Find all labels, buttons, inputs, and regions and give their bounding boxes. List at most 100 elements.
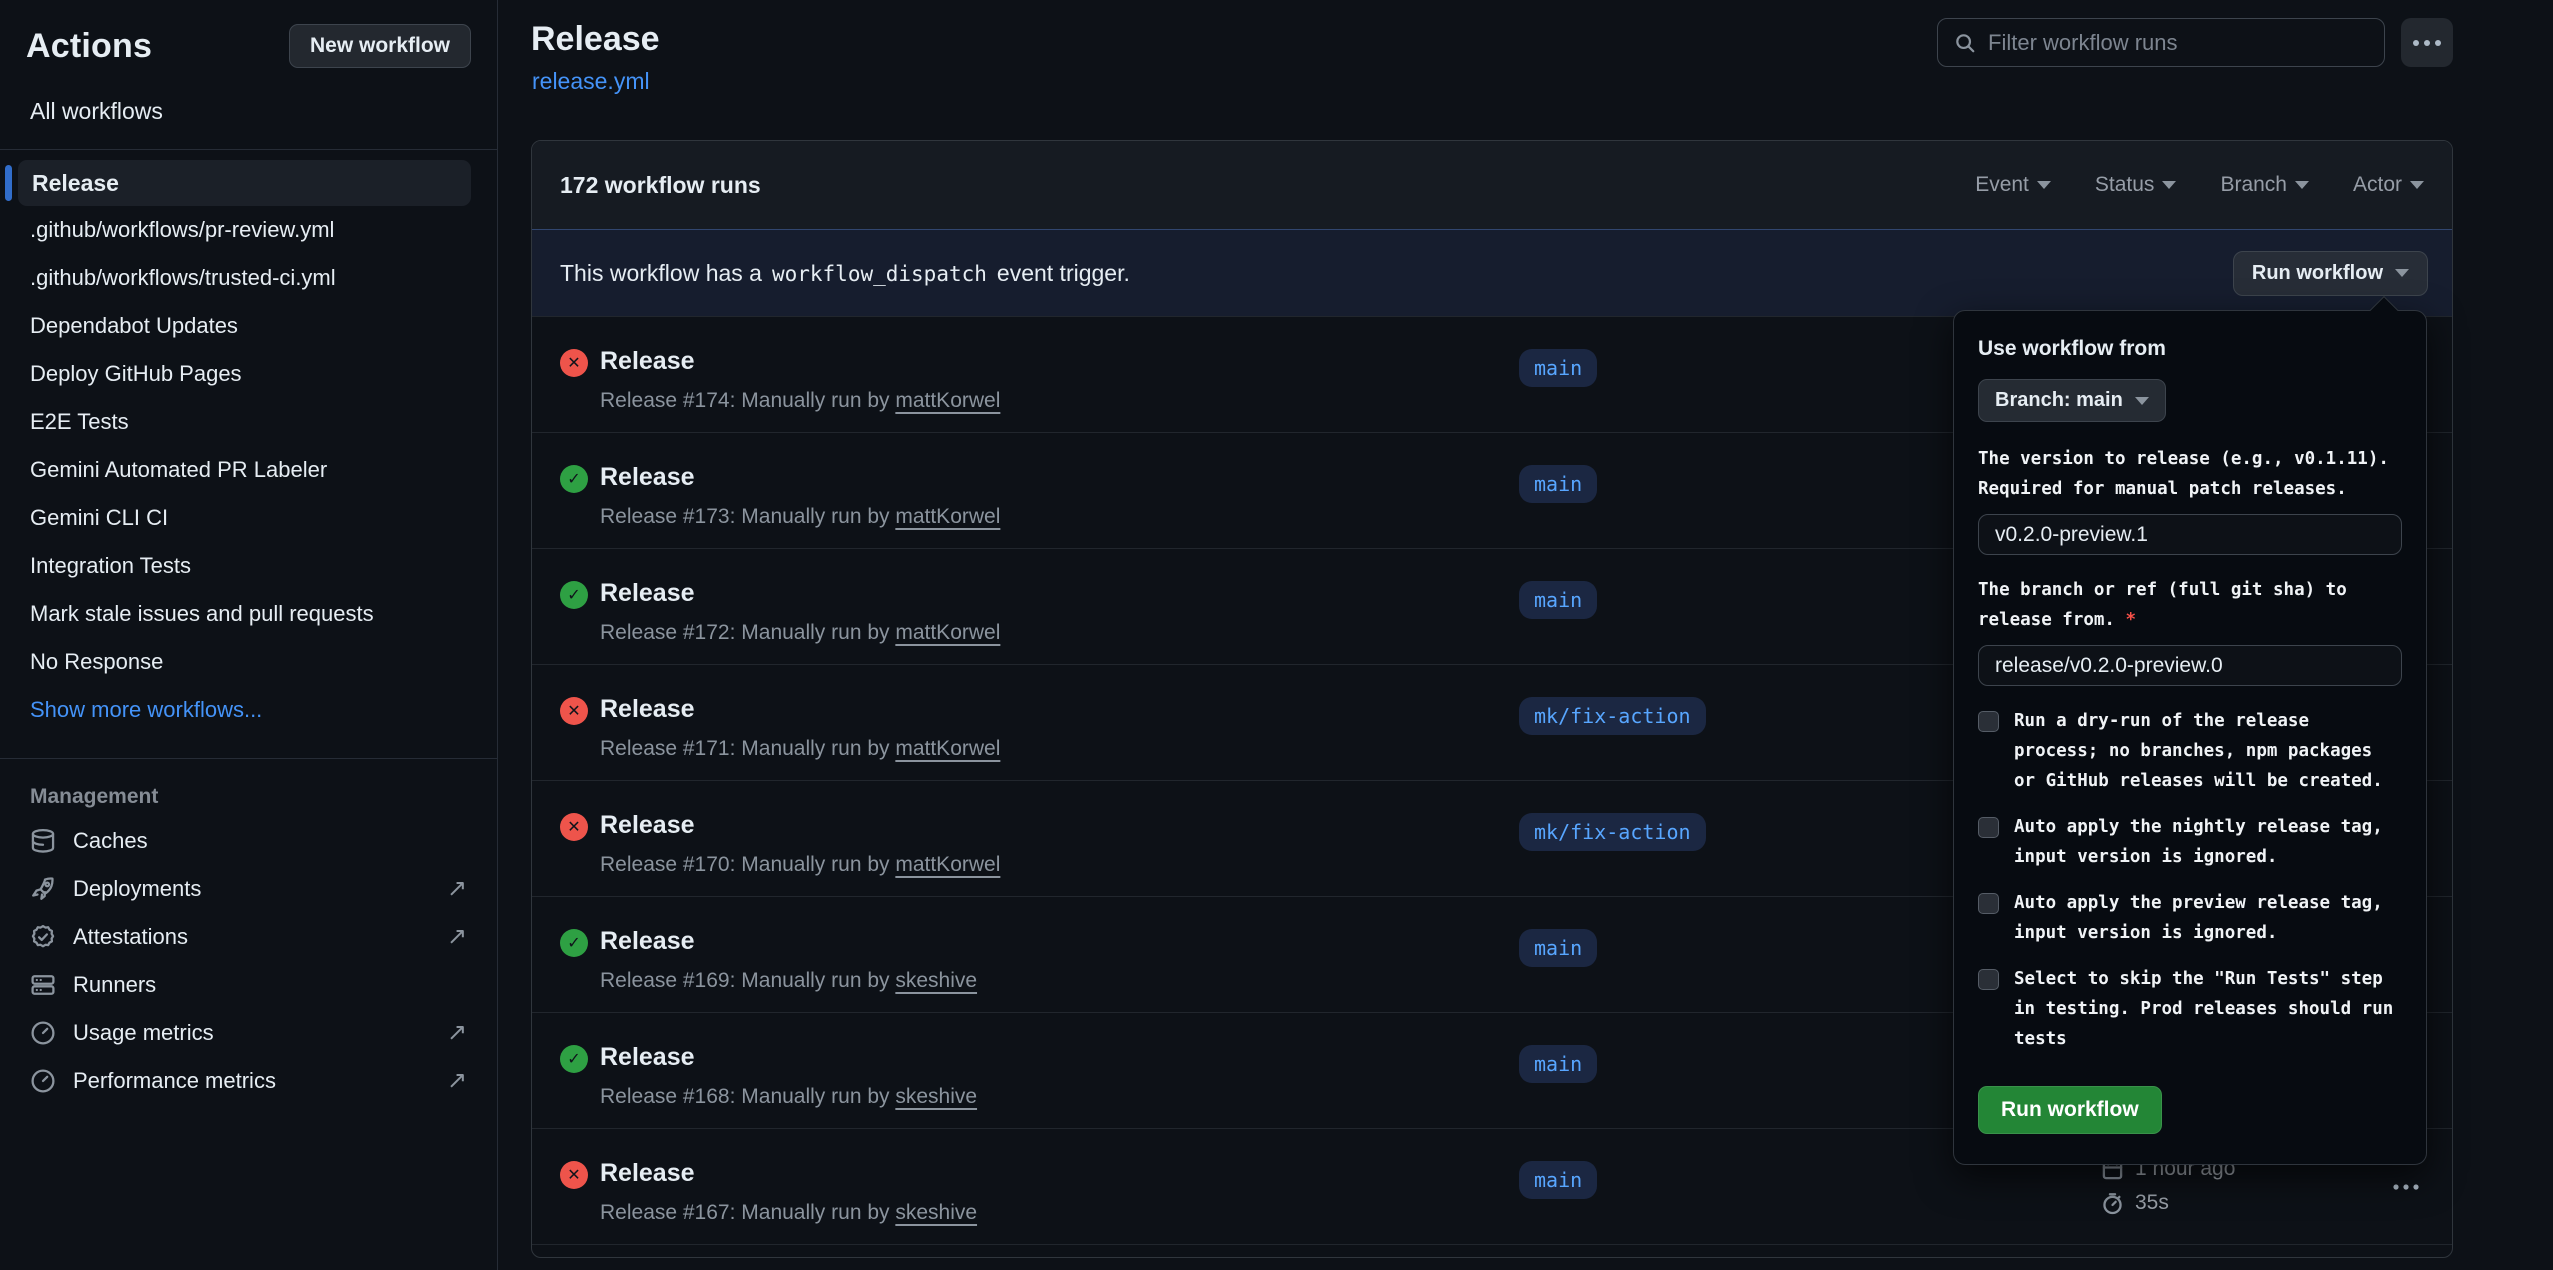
run-title-link[interactable]: Release [600, 1043, 695, 1072]
run-actor-link[interactable]: skeshive [895, 969, 977, 992]
sidebar-item-mark-stale[interactable]: Mark stale issues and pull requests [0, 590, 497, 638]
branch-pill[interactable]: main [1519, 465, 1597, 503]
run-description: Release #169: Manually run by skeshive [600, 969, 977, 993]
branch-pill[interactable]: main [1519, 929, 1597, 967]
external-link-icon: ↗ [447, 877, 467, 901]
sidebar-item-label: Release [32, 170, 119, 197]
run-actor-link[interactable]: skeshive [895, 1201, 977, 1224]
run-desc-text: Release #170: Manually run by [600, 853, 895, 876]
branch-pill[interactable]: main [1519, 581, 1597, 619]
run-duration: 35s [2135, 1191, 2169, 1215]
status-glyph: ✕ [567, 1165, 580, 1185]
actions-sidebar: Actions New workflow All workflows Relea… [0, 0, 498, 1270]
status-filter-dropdown[interactable]: Status [2095, 173, 2177, 197]
sidebar-item-gemini-cli-ci[interactable]: Gemini CLI CI [0, 494, 497, 542]
show-more-workflows-link[interactable]: Show more workflows... [0, 686, 497, 734]
management-section-label: Management [0, 759, 497, 817]
filter-label: Event [1975, 173, 2029, 197]
sidebar-item-label: Attestations [73, 924, 430, 950]
run-title-link[interactable]: Release [600, 347, 695, 376]
branch-pill[interactable]: mk/fix-action [1519, 697, 1706, 735]
sidebar-item-runners[interactable]: Runners [0, 961, 497, 1009]
branch-filter-dropdown[interactable]: Branch [2220, 173, 2309, 197]
kebab-icon [2412, 39, 2442, 47]
sidebar-item-release-selected[interactable]: Release [18, 160, 471, 206]
sidebar-item-no-response[interactable]: No Response [0, 638, 497, 686]
dry-run-label: Run a dry-run of the release process; no… [2014, 706, 2402, 796]
run-title-link[interactable]: Release [600, 1159, 695, 1188]
filter-workflow-runs-box[interactable] [1937, 18, 2385, 67]
run-workflow-dropdown-button[interactable]: Run workflow [2233, 251, 2428, 296]
sidebar-item-dependabot-updates[interactable]: Dependabot Updates [0, 302, 497, 350]
sidebar-item-usage-metrics[interactable]: Usage metrics ↗ [0, 1009, 497, 1057]
run-options-kebab-button[interactable] [2386, 1173, 2426, 1201]
nightly-tag-label: Auto apply the nightly release tag, inpu… [2014, 812, 2402, 872]
preview-tag-option: Auto apply the preview release tag, inpu… [1978, 888, 2402, 948]
run-description: Release #171: Manually run by mattKorwel [600, 737, 1000, 761]
branch-pill[interactable]: main [1519, 1045, 1597, 1083]
preview-tag-checkbox[interactable] [1978, 893, 1999, 914]
run-status-failure-icon: ✕ [560, 1161, 588, 1189]
run-status-failure-icon: ✕ [560, 697, 588, 725]
status-glyph: ✓ [567, 1049, 580, 1069]
nightly-tag-checkbox[interactable] [1978, 817, 1999, 838]
workflow-run-row-partial [532, 1245, 2452, 1257]
kebab-icon [2393, 1184, 2419, 1190]
sidebar-item-e2e-tests[interactable]: E2E Tests [0, 398, 497, 446]
run-actor-link[interactable]: skeshive [895, 1085, 977, 1108]
external-link-icon: ↗ [447, 1069, 467, 1093]
run-actor-link[interactable]: mattKorwel [895, 853, 1000, 876]
sidebar-item-all-workflows[interactable]: All workflows [30, 98, 163, 125]
sidebar-item-label: Performance metrics [73, 1068, 430, 1094]
sidebar-item-trusted-ci[interactable]: .github/workflows/trusted-ci.yml [0, 254, 497, 302]
workflow-runs-count: 172 workflow runs [560, 172, 761, 199]
run-workflow-submit-button[interactable]: Run workflow [1978, 1086, 2162, 1134]
run-title-link[interactable]: Release [600, 463, 695, 492]
workflow-dispatch-code: workflow_dispatch [772, 262, 987, 286]
sidebar-item-caches[interactable]: Caches [0, 817, 497, 865]
verified-badge-icon [30, 924, 56, 950]
run-desc-text: Release #171: Manually run by [600, 737, 895, 760]
run-actor-link[interactable]: mattKorwel [895, 737, 1000, 760]
dry-run-option: Run a dry-run of the release process; no… [1978, 706, 2402, 796]
sidebar-item-deploy-github-pages[interactable]: Deploy GitHub Pages [0, 350, 497, 398]
sidebar-item-performance-metrics[interactable]: Performance metrics ↗ [0, 1057, 497, 1105]
run-desc-text: Release #173: Manually run by [600, 505, 895, 528]
run-title-link[interactable]: Release [600, 811, 695, 840]
new-workflow-button[interactable]: New workflow [289, 24, 471, 68]
run-title-link[interactable]: Release [600, 579, 695, 608]
search-icon [1954, 31, 1976, 55]
run-workflow-label: Run workflow [2252, 262, 2383, 285]
sidebar-item-gemini-pr-labeler[interactable]: Gemini Automated PR Labeler [0, 446, 497, 494]
version-input[interactable] [1978, 514, 2402, 555]
filter-workflow-runs-input[interactable] [1988, 30, 2368, 56]
sidebar-item-pr-review[interactable]: .github/workflows/pr-review.yml [0, 206, 497, 254]
branch-pill[interactable]: mk/fix-action [1519, 813, 1706, 851]
run-title-link[interactable]: Release [600, 695, 695, 724]
chevron-down-icon [2410, 181, 2424, 189]
run-actor-link[interactable]: mattKorwel [895, 505, 1000, 528]
actor-filter-dropdown[interactable]: Actor [2353, 173, 2424, 197]
banner-text-suffix: event trigger. [997, 260, 1130, 287]
branch-pill[interactable]: main [1519, 1161, 1597, 1199]
ref-input-label: The branch or ref (full git sha) to rele… [1978, 575, 2402, 635]
branch-select-dropdown[interactable]: Branch: main [1978, 379, 2166, 422]
run-actor-link[interactable]: mattKorwel [895, 389, 1000, 412]
branch-pill[interactable]: main [1519, 349, 1597, 387]
workflow-options-kebab-button[interactable] [2401, 18, 2453, 67]
skip-tests-checkbox[interactable] [1978, 969, 1999, 990]
dry-run-checkbox[interactable] [1978, 711, 1999, 732]
event-filter-dropdown[interactable]: Event [1975, 173, 2051, 197]
run-description: Release #168: Manually run by skeshive [600, 1085, 977, 1109]
run-desc-text: Release #168: Manually run by [600, 1085, 895, 1108]
sidebar-item-label: Deployments [73, 876, 430, 902]
ref-input[interactable] [1978, 645, 2402, 686]
workflow-file-link[interactable]: release.yml [532, 68, 650, 95]
sidebar-item-integration-tests[interactable]: Integration Tests [0, 542, 497, 590]
required-asterisk: * [2126, 610, 2137, 630]
sidebar-item-label: Runners [73, 972, 467, 998]
run-actor-link[interactable]: mattKorwel [895, 621, 1000, 644]
sidebar-item-attestations[interactable]: Attestations ↗ [0, 913, 497, 961]
run-title-link[interactable]: Release [600, 927, 695, 956]
sidebar-item-deployments[interactable]: Deployments ↗ [0, 865, 497, 913]
